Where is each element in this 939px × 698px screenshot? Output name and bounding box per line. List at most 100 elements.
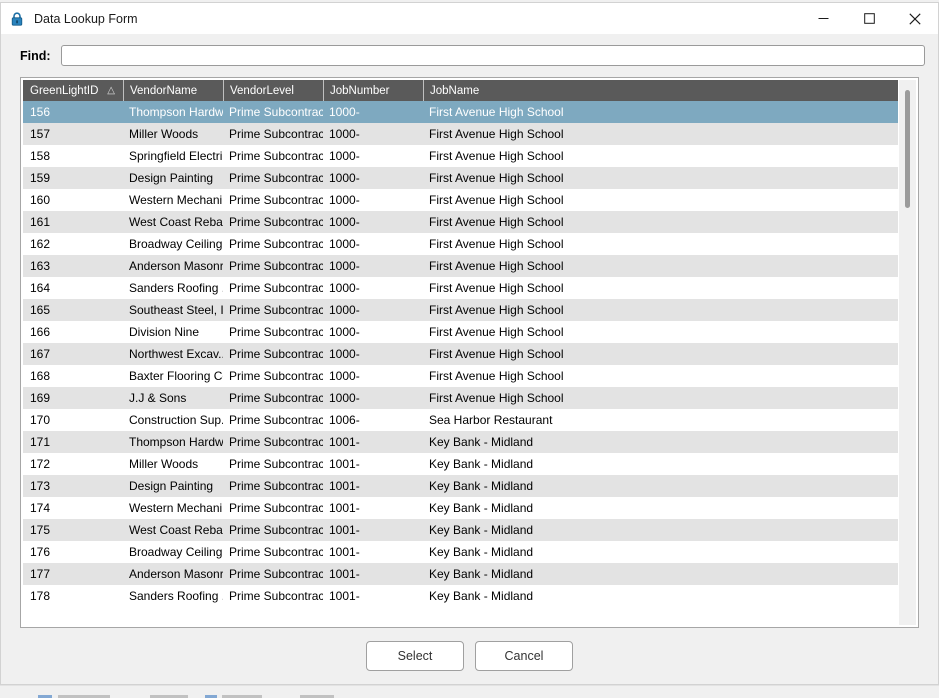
table-cell-jobnumber: 1000- — [329, 303, 360, 317]
cancel-button[interactable]: Cancel — [475, 641, 573, 671]
table-cell-greenlightid: 168 — [30, 369, 51, 383]
table-cell-vendorlevel: Prime Subcontrac... — [229, 303, 323, 317]
vertical-scrollbar-thumb[interactable] — [905, 90, 910, 208]
table-row[interactable]: 173 Design Painting Prime Subcontrac... 100… — [23, 475, 898, 497]
minimize-button[interactable] — [800, 3, 846, 34]
table-row[interactable]: 167 Northwest Excav... Prime Subcontrac...… — [23, 343, 898, 365]
table-cell-greenlightid: 158 — [30, 149, 51, 163]
table-cell-greenlightid: 175 — [30, 523, 51, 537]
table-cell-vendorname: Construction Sup... — [129, 413, 223, 427]
table-cell-vendorlevel: Prime Subcontrac... — [229, 413, 323, 427]
footer-button-bar: Select Cancel — [1, 628, 938, 684]
vertical-scrollbar[interactable] — [898, 80, 916, 625]
select-button[interactable]: Select — [366, 641, 464, 671]
table-cell-jobname: First Avenue High School — [429, 369, 564, 383]
column-header-label: JobName — [430, 84, 480, 97]
column-header-greenlightid[interactable]: GreenLightID △ — [23, 80, 123, 101]
table-row[interactable]: 169 J.J & Sons Prime Subcontrac... 1000- Fir… — [23, 387, 898, 409]
table-cell-jobname: Sea Harbor Restaurant — [429, 413, 553, 427]
table-cell-vendorlevel: Prime Subcontrac... — [229, 479, 323, 493]
table-cell-greenlightid: 167 — [30, 347, 51, 361]
table-row[interactable]: 174 Western Mechani... Prime Subcontrac...… — [23, 497, 898, 519]
table-cell-vendorname: Sanders Roofing ... — [129, 589, 223, 603]
data-lookup-form-window: Data Lookup Form Find: GreenLightID △ Ve… — [0, 2, 939, 685]
table-cell-jobname: Key Bank - Midland — [429, 567, 534, 581]
table-cell-vendorname: Design Painting — [129, 479, 214, 493]
table-row[interactable]: 171 Thompson Hardw... Prime Subcontrac... 1… — [23, 431, 898, 453]
minimize-icon — [818, 18, 828, 19]
search-input[interactable] — [60, 45, 925, 66]
table-row[interactable]: 161 West Coast Rebar Prime Subcontrac... 10… — [23, 211, 898, 233]
table-cell-jobname: Key Bank - Midland — [429, 523, 534, 537]
close-button[interactable] — [892, 3, 938, 34]
table-row[interactable]: 159 Design Painting Prime Subcontrac... 100… — [23, 167, 898, 189]
table-row[interactable]: 158 Springfield Electri... Prime Subcontra… — [23, 145, 898, 167]
table-cell-greenlightid: 173 — [30, 479, 51, 493]
table-row[interactable]: 175 West Coast Rebar Prime Subcontrac... 10… — [23, 519, 898, 541]
table-row[interactable]: 168 Baxter Flooring Co. Prime Subcontrac..… — [23, 365, 898, 387]
maximize-icon — [863, 13, 875, 24]
table-row[interactable]: 166 Division Nine Prime Subcontrac... 1000-… — [23, 321, 898, 343]
table-row[interactable]: 156 Thompson Hardw... Prime Subcontrac... 1… — [23, 101, 898, 123]
table-cell-vendorname: Northwest Excav... — [129, 347, 223, 361]
table-cell-vendorlevel: Prime Subcontrac... — [229, 523, 323, 537]
table-cell-vendorlevel: Prime Subcontrac... — [229, 171, 323, 185]
table-cell-vendorname: West Coast Rebar — [129, 523, 223, 537]
table-cell-greenlightid: 160 — [30, 193, 51, 207]
table-cell-vendorlevel: Prime Subcontrac... — [229, 457, 323, 471]
table-row[interactable]: 157 Miller Woods Prime Subcontrac... 1000- F… — [23, 123, 898, 145]
table-cell-jobnumber: 1001- — [329, 567, 360, 581]
table-row[interactable]: 163 Anderson Masonry Prime Subcontrac... 10… — [23, 255, 898, 277]
table-row[interactable]: 172 Miller Woods Prime Subcontrac... 1001- K… — [23, 453, 898, 475]
close-icon — [909, 12, 921, 25]
table-cell-jobname: First Avenue High School — [429, 325, 564, 339]
table-cell-vendorlevel: Prime Subcontrac... — [229, 259, 323, 273]
maximize-button[interactable] — [846, 3, 892, 34]
table-row[interactable]: 170 Construction Sup... Prime Subcontrac..… — [23, 409, 898, 431]
table-cell-vendorlevel: Prime Subcontrac... — [229, 589, 323, 603]
table-row[interactable]: 160 Western Mechani... Prime Subcontrac...… — [23, 189, 898, 211]
table-row[interactable]: 178 Sanders Roofing ... Prime Subcontrac..… — [23, 585, 898, 607]
table-cell-jobnumber: 1001- — [329, 589, 360, 603]
table-cell-vendorname: Design Painting — [129, 171, 214, 185]
table-cell-jobnumber: 1000- — [329, 127, 360, 141]
table-cell-jobname: First Avenue High School — [429, 215, 564, 229]
table-cell-jobname: First Avenue High School — [429, 149, 564, 163]
table-cell-vendorlevel: Prime Subcontrac... — [229, 347, 323, 361]
table-row[interactable]: 165 Southeast Steel, I... Prime Subcontrac… — [23, 299, 898, 321]
find-bar: Find: — [1, 34, 938, 77]
column-header-jobname[interactable]: JobName — [423, 80, 898, 101]
table-cell-vendorname: Springfield Electri... — [129, 149, 223, 163]
table-cell-vendorname: Broadway Ceiling ... — [129, 237, 223, 251]
table-cell-vendorlevel: Prime Subcontrac... — [229, 281, 323, 295]
table-cell-vendorname: Anderson Masonry — [129, 567, 223, 581]
table-cell-vendorlevel: Prime Subcontrac... — [229, 567, 323, 581]
table-cell-vendorname: Southeast Steel, I... — [129, 303, 223, 317]
table-row[interactable]: 164 Sanders Roofing ... Prime Subcontrac..… — [23, 277, 898, 299]
table-cell-greenlightid: 166 — [30, 325, 51, 339]
table-cell-jobnumber: 1000- — [329, 149, 360, 163]
table-row[interactable]: 162 Broadway Ceiling ... Prime Subcontrac.… — [23, 233, 898, 255]
table-cell-jobnumber: 1000- — [329, 105, 360, 119]
column-header-vendorname[interactable]: VendorName — [123, 80, 223, 101]
table-cell-greenlightid: 164 — [30, 281, 51, 295]
table-cell-vendorname: Broadway Ceiling ... — [129, 545, 223, 559]
table-cell-vendorname: Sanders Roofing ... — [129, 281, 223, 295]
table-row[interactable]: 177 Anderson Masonry Prime Subcontrac... 10… — [23, 563, 898, 585]
table-cell-vendorlevel: Prime Subcontrac... — [229, 127, 323, 141]
column-header-label: VendorLevel — [230, 84, 294, 97]
table-cell-vendorname: Thompson Hardw... — [129, 435, 223, 449]
titlebar-left: Data Lookup Form — [1, 11, 138, 27]
table-cell-greenlightid: 156 — [30, 105, 51, 119]
table-cell-vendorlevel: Prime Subcontrac... — [229, 105, 323, 119]
table-cell-jobnumber: 1000- — [329, 171, 360, 185]
column-header-jobnumber[interactable]: JobNumber — [323, 80, 423, 101]
table-cell-jobname: Key Bank - Midland — [429, 479, 534, 493]
table-cell-vendorlevel: Prime Subcontrac... — [229, 193, 323, 207]
window-controls — [800, 3, 938, 34]
table-header-row: GreenLightID △ VendorName VendorLevel Jo… — [23, 80, 898, 101]
column-header-vendorlevel[interactable]: VendorLevel — [223, 80, 323, 101]
table-cell-jobnumber: 1000- — [329, 391, 360, 405]
table-row[interactable]: 176 Broadway Ceiling ... Prime Subcontrac.… — [23, 541, 898, 563]
find-label: Find: — [20, 48, 51, 63]
